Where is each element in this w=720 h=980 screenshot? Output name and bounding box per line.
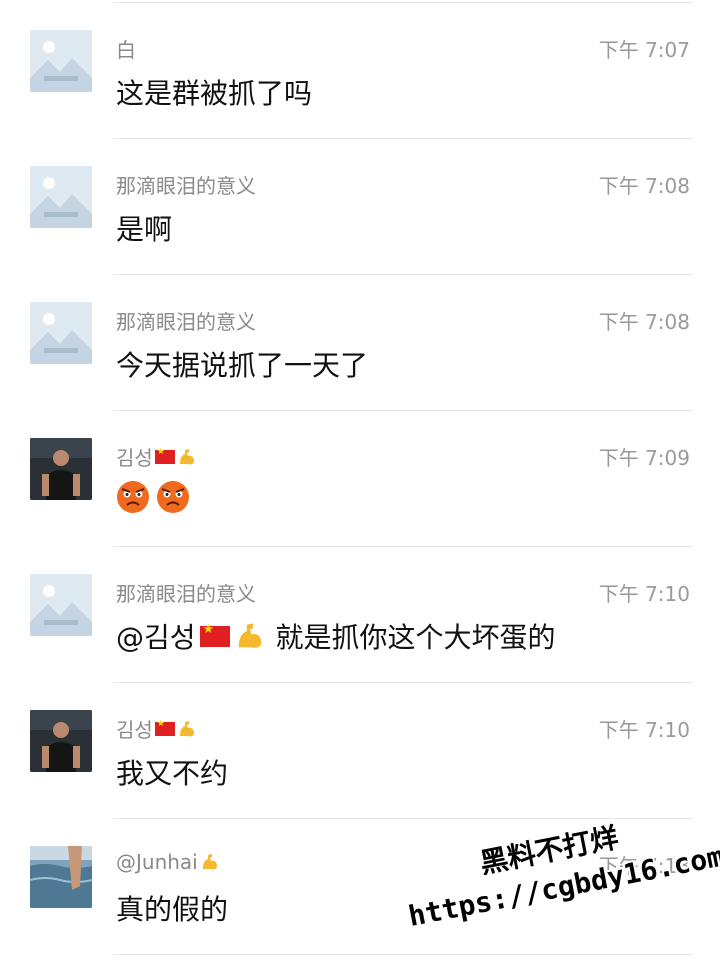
- flexed-biceps-icon: [179, 720, 194, 736]
- avatar-placeholder[interactable]: [30, 166, 92, 228]
- chat-message[interactable]: 白 下午 7:07 这是群被抓了吗: [0, 2, 720, 138]
- angry-face-emoji-icon: [157, 481, 189, 513]
- avatar-placeholder[interactable]: [30, 574, 92, 636]
- message-text: 这是群被抓了吗: [116, 77, 313, 110]
- chat-message[interactable]: 那滴眼泪的意义 下午 7:10 @김성 就是抓你这个大坏蛋的: [0, 546, 720, 682]
- timestamp: 下午 7:10: [598, 582, 690, 606]
- sender-name-text: 김성: [116, 446, 153, 470]
- sender-name-text: @Junhai: [116, 850, 198, 874]
- timestamp: 下午 7:08: [598, 310, 690, 334]
- sender-name[interactable]: 那滴眼泪的意义: [116, 306, 256, 335]
- avatar-placeholder[interactable]: [30, 302, 92, 364]
- timestamp: 下午 7:08: [598, 174, 690, 198]
- sender-name[interactable]: 那滴眼泪的意义: [116, 170, 256, 199]
- mention-text[interactable]: @김성: [116, 616, 196, 656]
- message-emoji: [116, 480, 192, 514]
- chat-message[interactable]: 那滴眼泪的意义 下午 7:08 今天据说抓了一天了: [0, 274, 720, 410]
- china-flag-icon: [199, 622, 230, 647]
- chat-message[interactable]: 김성 下午 7:10 我又不约: [0, 682, 720, 818]
- flexed-biceps-icon: [202, 854, 217, 870]
- chat-message[interactable]: 김성 下午 7:09: [0, 410, 720, 546]
- message-body: 就是抓你这个大坏蛋的: [275, 621, 556, 654]
- chat-message[interactable]: 那滴眼泪的意义 下午 7:08 是啊: [0, 138, 720, 274]
- timestamp: 下午 7:07: [598, 38, 690, 62]
- sender-name[interactable]: @Junhai: [116, 850, 220, 874]
- message-text: 真的假的: [116, 893, 229, 926]
- flexed-biceps-icon: [179, 448, 194, 464]
- sender-name[interactable]: 김성: [116, 442, 197, 471]
- avatar-photo[interactable]: [30, 710, 92, 772]
- message-text: 今天据说抓了一天了: [116, 349, 369, 382]
- china-flag-icon: [154, 447, 175, 464]
- avatar-placeholder[interactable]: [30, 30, 92, 92]
- angry-face-emoji-icon: [117, 481, 149, 513]
- sender-name-text: 김성: [116, 718, 153, 742]
- china-flag-icon: [154, 719, 175, 736]
- message-text: 我又不约: [116, 757, 229, 790]
- avatar-photo[interactable]: [30, 438, 92, 500]
- sender-name[interactable]: 那滴眼泪的意义: [116, 578, 256, 607]
- timestamp: 下午 7:10: [598, 718, 690, 742]
- avatar-photo[interactable]: [30, 846, 92, 908]
- sender-name[interactable]: 白: [116, 34, 136, 63]
- message-text: @김성 就是抓你这个大坏蛋的: [116, 616, 556, 656]
- message-divider: [114, 954, 692, 955]
- sender-name[interactable]: 김성: [116, 714, 197, 743]
- message-text: 是啊: [116, 213, 173, 246]
- flexed-biceps-icon: [238, 623, 261, 648]
- timestamp: 下午 7:09: [598, 446, 690, 470]
